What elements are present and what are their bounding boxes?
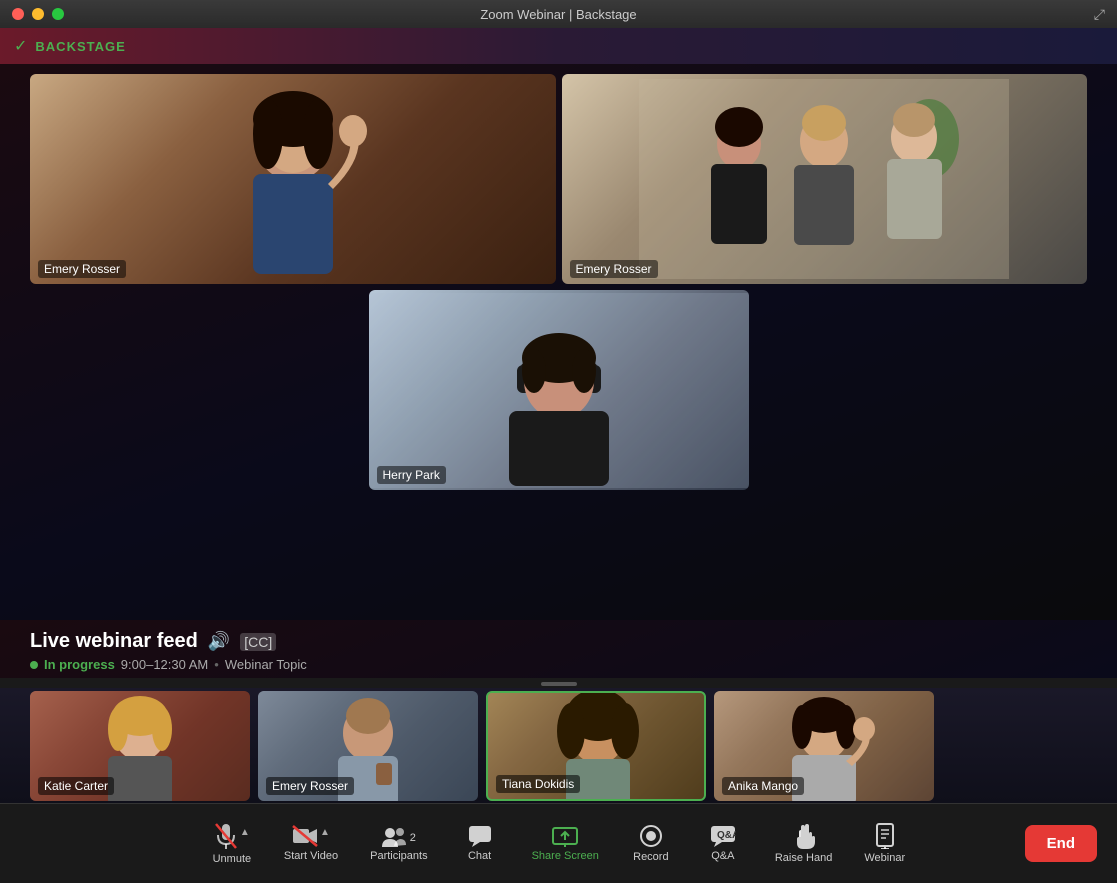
participant-tile-emery[interactable]: Emery Rosser [258,691,478,801]
video-off-icon [292,825,318,847]
tile-label-emery-left: Emery Rosser [38,260,126,278]
status-topic: Webinar Topic [225,657,307,672]
start-video-label: Start Video [284,850,338,862]
mic-muted-icon [214,822,238,850]
record-label: Record [633,851,668,863]
start-video-caret[interactable]: ▲ [320,827,330,838]
toolbar: ▲ Unmute ▲ Start Video [0,803,1117,883]
raise-hand-icon [793,823,815,849]
live-feed-section: Live webinar feed 🔊 [CC] In progress 9:0… [0,620,1117,678]
video-tile-herry[interactable]: Herry Park [369,290,749,490]
raise-hand-button[interactable]: Raise Hand [763,817,844,870]
backstage-label: BACKSTAGE [35,39,125,54]
status-time: 9:00–12:30 AM [121,657,208,672]
participant-name-tiana: Tiana Dokidis [496,775,580,793]
participants-button[interactable]: 2 Participants [358,819,439,868]
participant-tile-anika[interactable]: Anika Mango [714,691,934,801]
webinar-button[interactable]: Webinar [852,817,917,870]
share-screen-icon [552,825,578,847]
live-feed-title: Live webinar feed [30,630,198,653]
webinar-icon [874,823,896,849]
minimize-button[interactable] [32,8,44,20]
backstage-bar: ✓ BACKSTAGE [0,28,1117,64]
webinar-label: Webinar [864,852,905,864]
status-label: In progress [44,657,115,672]
live-feed-title-row: Live webinar feed 🔊 [CC] [30,630,1087,653]
participants-label: Participants [370,850,427,862]
participant-tile-katie[interactable]: Katie Carter [30,691,250,801]
scroll-pill [541,682,577,686]
title-bar: Zoom Webinar | Backstage ⤢ [0,0,1117,28]
end-button[interactable]: End [1025,825,1097,862]
video-placeholder-2 [562,74,1088,284]
live-feed-status-row: In progress 9:00–12:30 AM • Webinar Topi… [30,657,1087,672]
participants-count: 2 [410,832,416,844]
qa-icon: Q&A [710,825,736,847]
unmute-label: Unmute [213,853,252,865]
status-separator: • [214,657,219,672]
maximize-button[interactable] [52,8,64,20]
participant-name-katie: Katie Carter [38,777,114,795]
video-row-bottom: Herry Park [30,290,1087,490]
main-content: Emery Rosser [0,64,1117,678]
volume-icon[interactable]: 🔊 [208,631,230,652]
video-tile-emery-left[interactable]: Emery Rosser [30,74,556,284]
qa-button[interactable]: Q&A Q&A [691,819,755,868]
record-button[interactable]: Record [619,818,683,869]
record-icon [639,824,663,848]
cc-button[interactable]: [CC] [240,633,276,651]
video-placeholder-1 [30,74,556,284]
share-screen-label: Share Screen [532,850,599,862]
tile-label-emery-right: Emery Rosser [570,260,658,278]
participant-tile-tiana[interactable]: Tiana Dokidis [486,691,706,801]
participant-name-anika: Anika Mango [722,777,804,795]
video-placeholder-3 [369,290,749,490]
participant-name-emery: Emery Rosser [266,777,354,795]
video-row-top: Emery Rosser [30,74,1087,284]
status-indicator [30,661,38,669]
raise-hand-label: Raise Hand [775,852,832,864]
chat-icon [468,825,492,847]
participants-strip: Katie Carter Emery Rosser Tiana Dokidis [0,688,1117,803]
video-grid: Emery Rosser [0,64,1117,620]
participants-icon [380,825,408,847]
backstage-check-icon: ✓ [14,36,27,56]
chat-button[interactable]: Chat [448,819,512,868]
chat-label: Chat [468,850,491,862]
share-screen-button[interactable]: Share Screen [520,819,611,868]
toolbar-items: ▲ Unmute ▲ Start Video [200,816,917,871]
window-title: Zoom Webinar | Backstage [480,7,636,22]
window-controls[interactable] [12,8,64,20]
svg-text:Q&A: Q&A [717,830,736,841]
start-video-button[interactable]: ▲ Start Video [272,819,350,868]
qa-label: Q&A [711,850,734,862]
close-button[interactable] [12,8,24,20]
unmute-button[interactable]: ▲ Unmute [200,816,264,871]
unmute-caret[interactable]: ▲ [240,827,250,838]
scroll-indicator [0,678,1117,688]
tile-label-herry: Herry Park [377,466,446,484]
video-tile-group[interactable]: Emery Rosser [562,74,1088,284]
expand-icon[interactable]: ⤢ [1094,6,1105,23]
